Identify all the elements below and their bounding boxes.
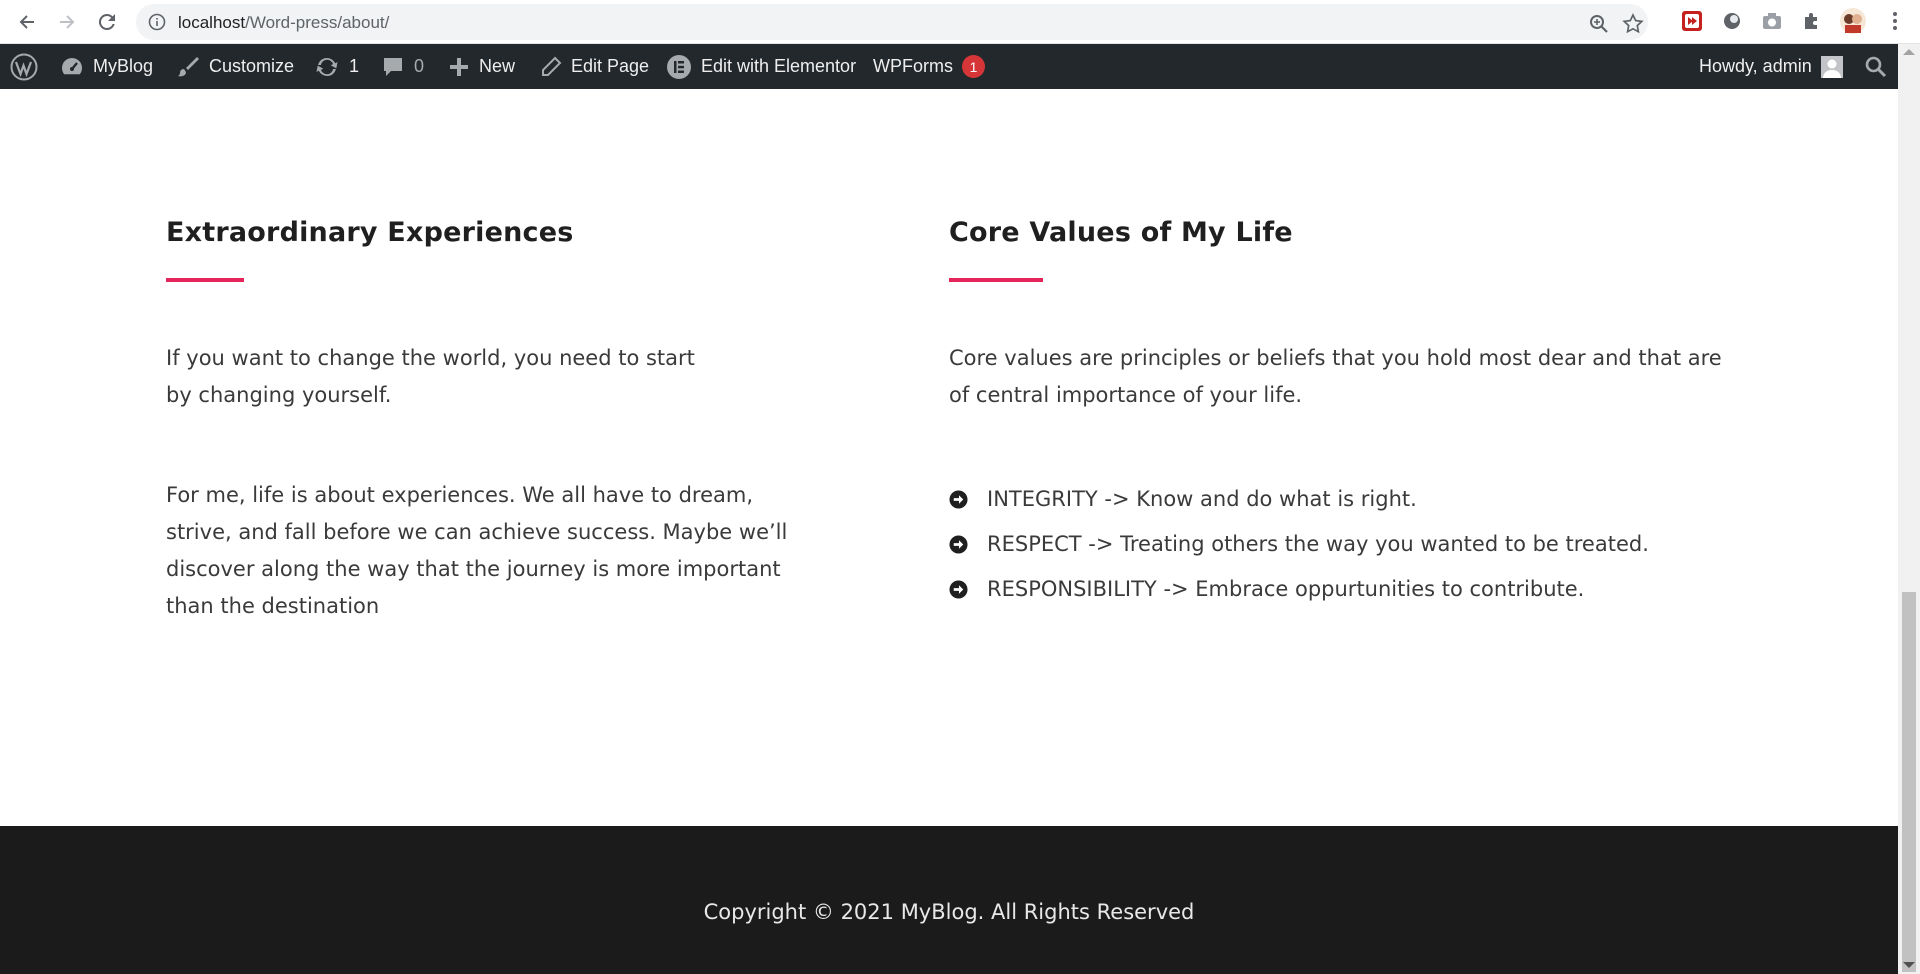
dashboard-gauge-icon: [62, 57, 83, 74]
back-button[interactable]: [14, 9, 40, 35]
core-values-paragraph: Core values are principles or beliefs th…: [949, 346, 1722, 407]
core-values-list: INTEGRITY -> Know and do what is right. …: [949, 477, 1739, 612]
arrow-circle-right-icon: [949, 580, 968, 599]
wp-admin-bar: MyBlog Customize 1 0 New Edit Page Edit …: [0, 44, 1898, 89]
zoom-icon[interactable]: [1588, 13, 1610, 35]
elementor-label: Edit with Elementor: [701, 56, 857, 76]
forward-arrow-icon: [60, 15, 75, 29]
comment-bubble-icon: [384, 57, 402, 76]
experiences-heading: Extraordinary Experiences: [166, 217, 574, 248]
my-account-menu[interactable]: Howdy, admin: [1699, 44, 1843, 89]
elementor-icon: [667, 54, 691, 79]
core-values-heading: Core Values of My Life: [949, 217, 1293, 248]
profile-avatar[interactable]: [1840, 8, 1866, 34]
scroll-up-arrow-icon[interactable]: [1903, 49, 1915, 55]
camera-icon[interactable]: [1761, 10, 1783, 32]
paintbrush-icon: [178, 56, 199, 76]
page-content: Extraordinary Experiences If you want to…: [0, 89, 1898, 826]
value-text: RESPECT -> Treating others the way you w…: [987, 532, 1649, 556]
value-text: INTEGRITY -> Know and do what is right.: [987, 487, 1417, 511]
arrow-circle-right-icon: [949, 490, 968, 509]
extension-circle-icon[interactable]: [1721, 10, 1743, 32]
customize-link[interactable]: Customize: [176, 44, 294, 89]
forward-button[interactable]: [54, 9, 80, 35]
updates-link[interactable]: 1: [314, 44, 359, 89]
wpforms-label: WPForms: [873, 56, 953, 76]
list-item: RESPONSIBILITY -> Embrace oppurtunities …: [949, 567, 1739, 612]
admin-avatar: [1820, 55, 1843, 78]
plus-icon: [450, 57, 468, 76]
site-name-label: MyBlog: [93, 56, 154, 76]
site-name-menu[interactable]: MyBlog: [60, 44, 153, 89]
wpforms-menu[interactable]: WPForms 1: [873, 44, 985, 89]
wordpress-logo-icon: [10, 53, 38, 80]
comments-count: 0: [414, 56, 425, 76]
updates-count: 1: [349, 56, 360, 76]
customize-label: Customize: [209, 56, 295, 76]
edit-page-label: Edit Page: [571, 56, 650, 76]
list-item: RESPECT -> Treating others the way you w…: [949, 522, 1739, 567]
value-text: RESPONSIBILITY -> Embrace oppurtunities …: [987, 577, 1585, 601]
user-silhouette-icon: [1820, 55, 1843, 78]
browser-toolbar: localhost/Word-press/about/: [0, 0, 1920, 44]
copyright-text: Copyright © 2021 MyBlog. All Rights Rese…: [703, 900, 1195, 924]
heading-divider: [166, 278, 244, 282]
updates-refresh-icon: [316, 57, 338, 76]
arrow-circle-right-icon: [949, 535, 968, 554]
url-path: /Word-press/about/: [245, 13, 390, 32]
edit-page-link[interactable]: Edit Page: [540, 44, 649, 89]
back-arrow-icon: [19, 15, 34, 29]
scrollbar-thumb[interactable]: [1902, 592, 1916, 972]
heading-divider: [949, 278, 1043, 282]
search-icon: [1865, 56, 1887, 77]
reload-button[interactable]: [94, 9, 120, 35]
url-host: localhost: [178, 13, 246, 32]
scroll-down-arrow-icon[interactable]: [1903, 962, 1915, 968]
extension-red-icon[interactable]: [1681, 10, 1703, 32]
new-content-menu[interactable]: New: [448, 44, 515, 89]
pencil-icon: [542, 56, 562, 76]
edit-with-elementor-link[interactable]: Edit with Elementor: [666, 44, 856, 89]
experiences-paragraph-2: For me, life is about experiences. We al…: [166, 483, 788, 618]
admin-search-button[interactable]: [1864, 44, 1888, 89]
site-footer: Copyright © 2021 MyBlog. All Rights Rese…: [0, 826, 1898, 974]
experiences-section: Extraordinary Experiences If you want to…: [166, 217, 826, 625]
reload-icon: [98, 13, 115, 30]
url-text[interactable]: localhost/Word-press/about/: [178, 13, 389, 33]
experiences-paragraph-1: If you want to change the world, you nee…: [166, 346, 695, 407]
info-icon[interactable]: [148, 13, 166, 31]
list-item: INTEGRITY -> Know and do what is right.: [949, 477, 1739, 522]
new-label: New: [479, 56, 516, 76]
comments-link[interactable]: 0: [381, 44, 424, 89]
page-scrollbar[interactable]: [1898, 44, 1920, 974]
wpforms-notification-badge: 1: [962, 55, 985, 78]
menu-dots-icon[interactable]: [1884, 10, 1906, 32]
core-values-section: Core Values of My Life Core values are p…: [949, 217, 1739, 612]
extensions-puzzle-icon[interactable]: [1801, 10, 1823, 32]
address-bar[interactable]: localhost/Word-press/about/: [136, 4, 1648, 40]
howdy-label: Howdy, admin: [1699, 56, 1812, 76]
bookmark-star-icon[interactable]: [1622, 13, 1644, 35]
wp-logo-menu[interactable]: [10, 44, 38, 89]
